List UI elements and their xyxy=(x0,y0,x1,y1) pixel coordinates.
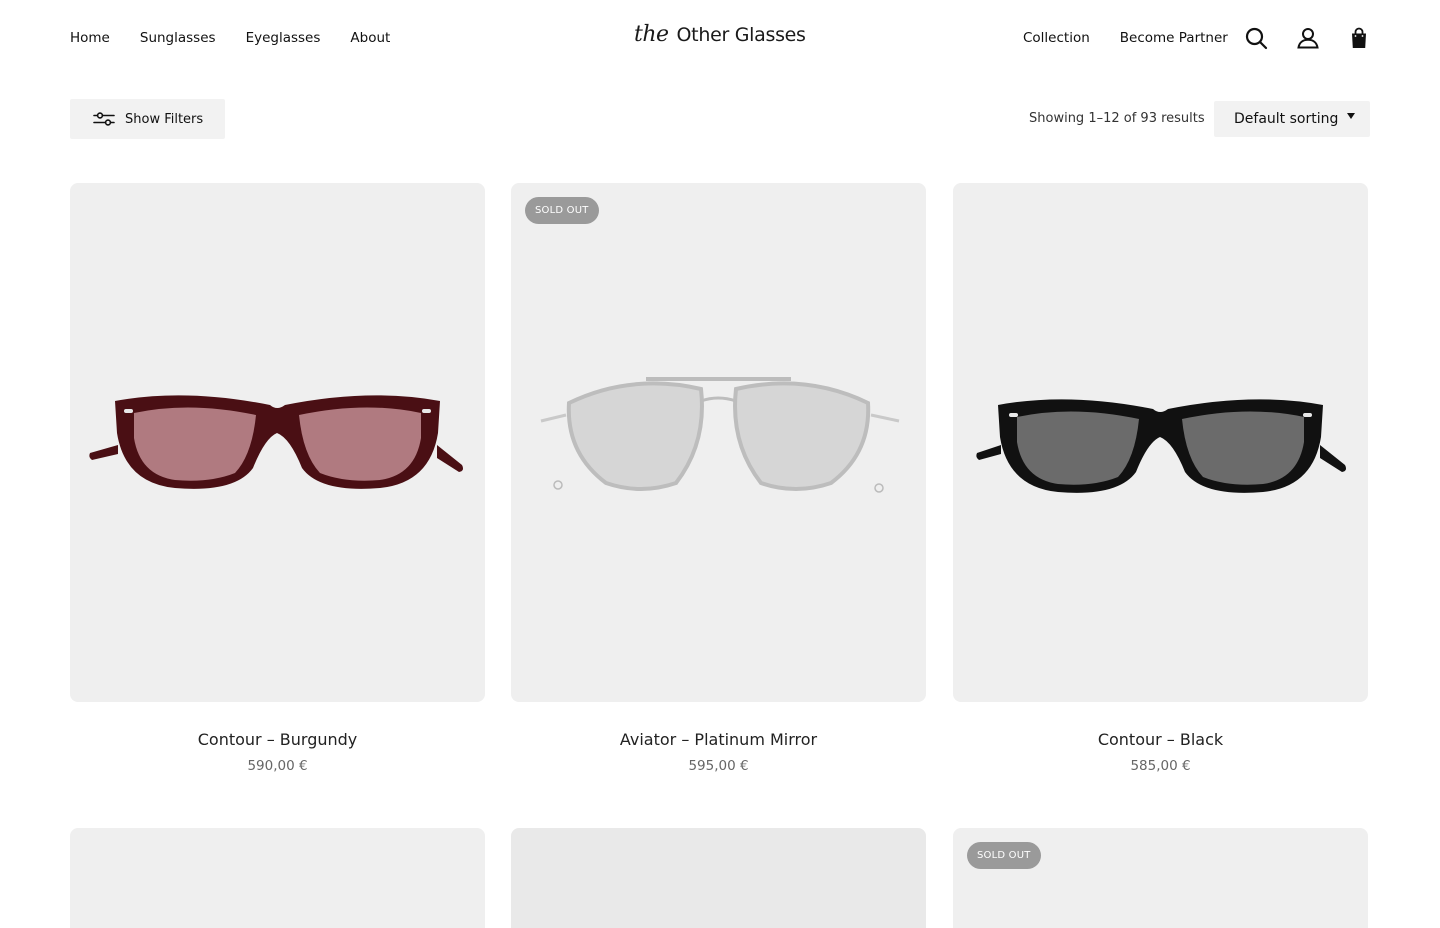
sort-select-value: Default sorting xyxy=(1234,111,1339,127)
shopping-bag-icon[interactable] xyxy=(1347,26,1371,50)
site-logo[interactable]: the Other Glasses xyxy=(634,22,806,47)
product-card[interactable]: Contour – Black 585,00 € xyxy=(953,183,1368,774)
product-card[interactable]: Contour – Burgundy 590,00 € xyxy=(70,183,485,774)
product-title[interactable]: Contour – Black xyxy=(953,730,1368,749)
sold-out-badge: SOLD OUT xyxy=(967,842,1041,869)
product-image[interactable] xyxy=(70,828,485,928)
wayfarer-glasses-image xyxy=(89,395,463,489)
aviator-glasses-image xyxy=(540,377,900,493)
product-card[interactable]: SOLD OUT xyxy=(953,828,1368,928)
product-image[interactable] xyxy=(511,828,926,928)
caret-down-icon xyxy=(1347,113,1355,119)
nav-link-become-partner[interactable]: Become Partner xyxy=(1120,30,1228,46)
product-image[interactable] xyxy=(70,183,485,702)
product-image[interactable]: SOLD OUT xyxy=(511,183,926,702)
nav-link-about[interactable]: About xyxy=(350,30,390,46)
product-card[interactable]: SOLD OUT Aviator – Platinum Mirror 595,0… xyxy=(511,183,926,774)
site-header: Home Sunglasses Eyeglasses About the Oth… xyxy=(0,0,1440,78)
wayfarer-glasses-image xyxy=(976,399,1346,493)
product-title[interactable]: Contour – Burgundy xyxy=(70,730,485,749)
product-card[interactable] xyxy=(511,828,926,928)
nav-link-home[interactable]: Home xyxy=(70,30,110,46)
primary-nav: Home Sunglasses Eyeglasses About xyxy=(70,30,390,46)
logo-name: Other Glasses xyxy=(676,24,806,46)
logo-prefix: the xyxy=(634,22,669,47)
product-price: 585,00 € xyxy=(1130,758,1191,774)
show-filters-button[interactable]: Show Filters xyxy=(70,99,225,139)
search-icon[interactable] xyxy=(1244,26,1268,50)
sort-select[interactable]: Default sorting xyxy=(1214,101,1370,137)
product-price: 590,00 € xyxy=(247,758,308,774)
product-title[interactable]: Aviator – Platinum Mirror xyxy=(511,730,926,749)
nav-link-sunglasses[interactable]: Sunglasses xyxy=(140,30,216,46)
nav-link-collection[interactable]: Collection xyxy=(1023,30,1090,46)
result-count: Showing 1–12 of 93 results xyxy=(1029,111,1205,126)
sliders-icon xyxy=(93,112,115,126)
secondary-nav: Collection Become Partner xyxy=(1023,30,1228,46)
sold-out-badge: SOLD OUT xyxy=(525,197,599,224)
account-icon[interactable] xyxy=(1296,26,1320,50)
product-price: 595,00 € xyxy=(688,758,749,774)
product-image[interactable] xyxy=(953,183,1368,702)
show-filters-label: Show Filters xyxy=(125,111,204,127)
product-card[interactable] xyxy=(70,828,485,928)
nav-link-eyeglasses[interactable]: Eyeglasses xyxy=(246,30,321,46)
product-image[interactable]: SOLD OUT xyxy=(953,828,1368,928)
